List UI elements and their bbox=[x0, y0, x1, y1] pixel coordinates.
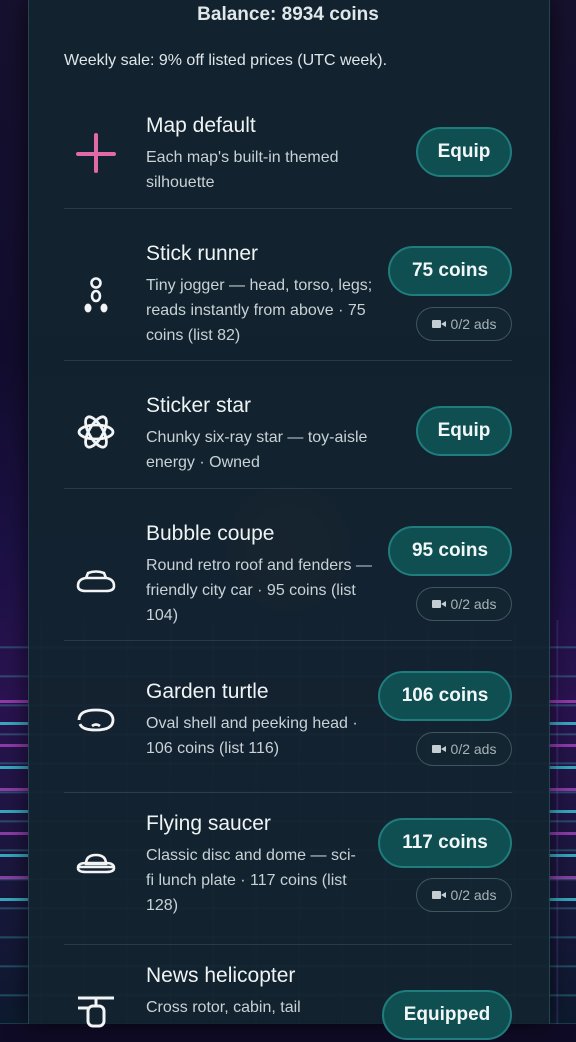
video-camera-icon bbox=[431, 599, 446, 609]
sale-notice: Weekly sale: 9% off listed prices (UTC w… bbox=[64, 52, 388, 69]
helicopter-icon bbox=[72, 994, 120, 1042]
equipped-button[interactable]: Equipped bbox=[382, 990, 512, 1040]
sticker-star-icon bbox=[72, 408, 120, 456]
buy-button[interactable]: 117 coins bbox=[378, 818, 512, 868]
stick-runner-icon bbox=[72, 272, 120, 320]
equip-button[interactable]: Equip bbox=[416, 406, 512, 456]
background-stripes-left bbox=[0, 700, 28, 920]
list-item-flying-saucer: Flying saucer Classic disc and dome — sc… bbox=[64, 792, 512, 945]
ads-progress: 0/2 ads bbox=[450, 887, 497, 903]
equip-button[interactable]: Equip bbox=[416, 127, 512, 177]
watch-ads-button[interactable]: 0/2 ads bbox=[416, 732, 512, 766]
item-description: Tiny jogger — head, torso, legs; reads i… bbox=[146, 277, 373, 344]
ads-progress: 0/2 ads bbox=[450, 741, 497, 757]
buy-button[interactable]: 106 coins bbox=[378, 671, 512, 721]
list-item-stick-runner: Stick runner Tiny jogger — head, torso, … bbox=[64, 208, 512, 361]
ads-progress: 0/2 ads bbox=[450, 596, 497, 612]
item-description: Each map's built-in themed silhouette bbox=[146, 149, 339, 191]
item-title: Map default bbox=[146, 114, 256, 137]
garden-turtle-icon bbox=[72, 696, 120, 744]
bubble-coupe-icon bbox=[72, 560, 120, 608]
crosshair-icon bbox=[72, 129, 120, 177]
video-camera-icon bbox=[431, 319, 446, 329]
item-description: Oval shell and peeking head · 106 coins … bbox=[146, 715, 358, 757]
video-camera-icon bbox=[431, 744, 446, 754]
list-item-bubble-coupe: Bubble coupe Round retro roof and fender… bbox=[64, 488, 512, 641]
video-camera-icon bbox=[431, 890, 446, 900]
watch-ads-button[interactable]: 0/2 ads bbox=[416, 587, 512, 621]
list-item-news-helicopter: News helicopter Cross rotor, cabin, tail… bbox=[64, 944, 512, 1040]
flying-saucer-icon bbox=[72, 840, 120, 888]
item-title: Sticker star bbox=[146, 394, 252, 417]
buy-button[interactable]: 95 coins bbox=[388, 526, 512, 576]
item-title: News helicopter bbox=[146, 964, 296, 987]
list-item-garden-turtle: Garden turtle Oval shell and peeking hea… bbox=[64, 640, 512, 793]
item-title: Bubble coupe bbox=[146, 522, 275, 545]
item-description: Classic disc and dome — sci-fi lunch pla… bbox=[146, 847, 356, 914]
item-title: Flying saucer bbox=[146, 812, 271, 835]
item-description: Cross rotor, cabin, tail bbox=[146, 999, 301, 1016]
watch-ads-button[interactable]: 0/2 ads bbox=[416, 307, 512, 341]
item-description: Round retro roof and fenders — friendly … bbox=[146, 557, 372, 624]
ads-progress: 0/2 ads bbox=[450, 316, 497, 332]
item-title: Garden turtle bbox=[146, 680, 269, 703]
watch-ads-button[interactable]: 0/2 ads bbox=[416, 878, 512, 912]
item-title: Stick runner bbox=[146, 242, 259, 265]
balance-label: Balance: 8934 coins bbox=[197, 4, 379, 25]
buy-button[interactable]: 75 coins bbox=[388, 246, 512, 296]
list-item-sticker-star: Sticker star Chunky six-ray star — toy-a… bbox=[64, 360, 512, 489]
background-stripes-right bbox=[548, 700, 576, 920]
list-item-map-default: Map default Each map's built-in themed s… bbox=[64, 97, 512, 209]
item-description: Chunky six-ray star — toy-aisle energy ·… bbox=[146, 429, 368, 471]
